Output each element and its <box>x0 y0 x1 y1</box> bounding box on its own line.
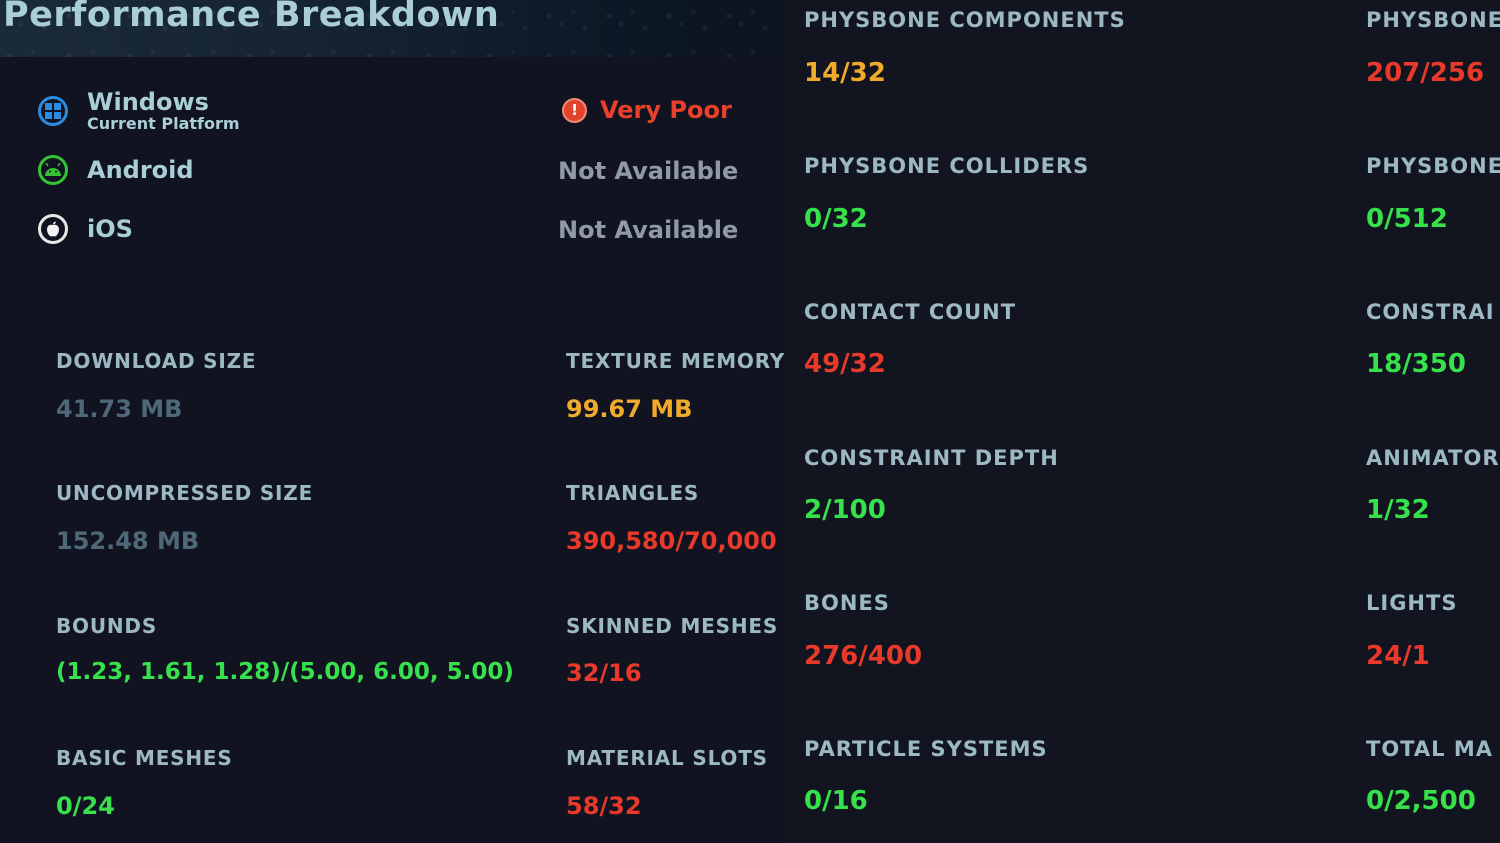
stat-value-contact-count: 49/32 <box>804 349 886 379</box>
android-icon <box>38 155 68 185</box>
stat-label-constraints: CONSTRAI <box>1366 300 1495 324</box>
stat-value-particle-systems: 0/16 <box>804 786 868 816</box>
stat-value-total-max: 0/2,500 <box>1366 786 1476 816</box>
stat-value-triangles: 390,580/70,000 <box>566 527 777 555</box>
warning-icon: ! <box>562 97 587 123</box>
stat-label-lights: LIGHTS <box>1366 591 1458 615</box>
platform-name: iOS <box>87 215 133 243</box>
stat-value-material-slots: 58/32 <box>566 792 642 820</box>
stat-value-animators: 1/32 <box>1366 495 1430 525</box>
stat-label-bones: BONES <box>804 591 890 615</box>
apple-icon <box>38 214 68 244</box>
platform-name: Windows <box>87 88 209 116</box>
stat-value-physbone-b1: 207/256 <box>1366 58 1485 88</box>
stat-value-constraint-depth: 2/100 <box>804 495 886 525</box>
stat-value-bounds: (1.23, 1.61, 1.28)/(5.00, 6.00, 5.00) <box>56 659 514 685</box>
stat-label-basic-meshes: BASIC MESHES <box>56 746 233 770</box>
stat-value-constraints: 18/350 <box>1366 349 1466 379</box>
stat-value-texture-memory: 99.67 MB <box>566 395 693 423</box>
stat-label-physbone-b1: PHYSBONE <box>1366 8 1500 32</box>
platform-status-android: Not Available <box>558 157 739 185</box>
stat-value-download-size: 41.73 MB <box>56 395 183 423</box>
platform-subtitle: Current Platform <box>87 114 240 133</box>
stat-value-physbone-colliders: 0/32 <box>804 204 868 234</box>
platform-status-ios: Not Available <box>558 216 739 244</box>
stat-label-bounds: BOUNDS <box>56 614 158 638</box>
platform-windows[interactable]: Windows Current Platform <box>38 89 240 133</box>
windows-icon <box>38 96 68 126</box>
stat-value-physbone-components: 14/32 <box>804 58 886 88</box>
stat-label-contact-count: CONTACT COUNT <box>804 300 1017 324</box>
performance-panel: Performance Breakdown Windows Current Pl… <box>0 0 784 843</box>
stat-value-lights: 24/1 <box>1366 641 1430 671</box>
stat-value-physbone-b2: 0/512 <box>1366 204 1448 234</box>
stat-label-uncompressed-size: UNCOMPRESSED SIZE <box>56 481 314 505</box>
page-title: Performance Breakdown <box>3 0 500 35</box>
stat-label-material-slots: MATERIAL SLOTS <box>566 746 768 770</box>
platform-android[interactable]: Android <box>38 155 194 185</box>
platform-ios[interactable]: iOS <box>38 214 133 244</box>
platform-status-windows: ! Very Poor <box>562 96 732 124</box>
stat-label-particle-systems: PARTICLE SYSTEMS <box>804 737 1048 761</box>
title-bar: Performance Breakdown <box>0 0 784 57</box>
stat-value-uncompressed-size: 152.48 MB <box>56 527 200 555</box>
stat-label-constraint-depth: CONSTRAINT DEPTH <box>804 446 1059 470</box>
stat-label-physbone-colliders: PHYSBONE COLLIDERS <box>804 154 1090 178</box>
stat-label-download-size: DOWNLOAD SIZE <box>56 349 257 373</box>
stat-label-triangles: TRIANGLES <box>566 481 700 505</box>
stat-value-basic-meshes: 0/24 <box>56 792 115 820</box>
stat-label-total-max: TOTAL MA <box>1366 737 1493 761</box>
status-text: Very Poor <box>600 96 732 124</box>
stat-label-animators: ANIMATOR <box>1366 446 1500 470</box>
stat-label-physbone-components: PHYSBONE COMPONENTS <box>804 8 1126 32</box>
stat-label-physbone-b2: PHYSBONE <box>1366 154 1500 178</box>
stat-value-bones: 276/400 <box>804 641 923 671</box>
stat-value-skinned-meshes: 32/16 <box>566 659 642 687</box>
stat-label-texture-memory: TEXTURE MEMORY <box>566 349 784 373</box>
platform-name: Android <box>87 156 194 184</box>
stat-label-skinned-meshes: SKINNED MESHES <box>566 614 779 638</box>
